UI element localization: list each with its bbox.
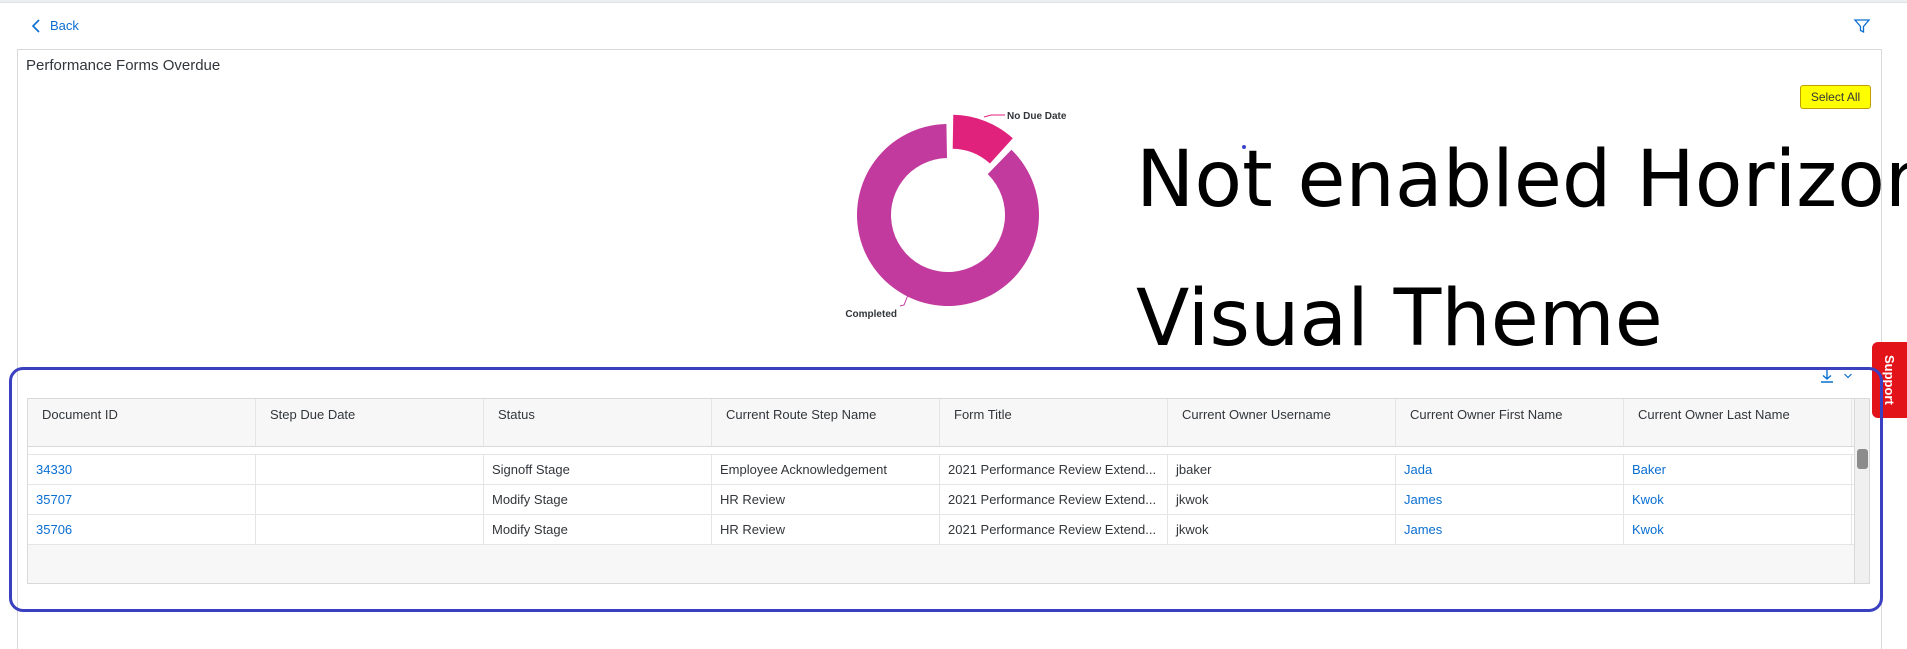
back-link[interactable]: Back (30, 18, 79, 33)
route-step-cell: Employee Acknowledgement (712, 455, 940, 484)
status-cell: Signoff Stage (484, 455, 712, 484)
column-header[interactable]: Document ID (28, 399, 256, 446)
form-title-cell: 2021 Performance Review Extend... (940, 455, 1168, 484)
username-cell: jkwok (1168, 515, 1396, 544)
back-label: Back (50, 18, 79, 33)
vertical-scrollbar[interactable] (1854, 399, 1869, 583)
column-header[interactable]: Form Title (940, 399, 1168, 446)
step-due-date-cell (256, 485, 484, 514)
support-label: Support (1882, 355, 1897, 405)
column-header[interactable]: Current Owner Last Name (1624, 399, 1852, 446)
card-title: Performance Forms Overdue (26, 57, 221, 74)
column-header[interactable]: Current Owner First Name (1396, 399, 1624, 446)
download-menu[interactable] (1819, 368, 1853, 384)
donut-slice-completed[interactable] (857, 124, 1039, 306)
donut-slice-no-due-date[interactable] (952, 114, 1013, 164)
slice-label-no-due-date: No Due Date (1007, 111, 1067, 122)
document-id-link[interactable]: 35707 (28, 485, 256, 514)
status-cell: Modify Stage (484, 515, 712, 544)
form-title-cell: 2021 Performance Review Extend... (940, 515, 1168, 544)
chevron-down-icon[interactable] (1843, 371, 1853, 381)
last-name-link[interactable]: Kwok (1624, 485, 1852, 514)
form-title-cell: 2021 Performance Review Extend... (940, 485, 1168, 514)
chevron-left-icon (31, 18, 40, 33)
overlay-text-line-1: Not enabled Horizon (1136, 135, 1907, 225)
donut-chart: No Due Date Completed (845, 111, 1067, 320)
data-table: Document ID Step Due Date Status Current… (27, 398, 1870, 584)
table-row[interactable]: 34330 Signoff Stage Employee Acknowledge… (28, 455, 1869, 485)
first-name-link[interactable]: James (1396, 515, 1624, 544)
column-header[interactable]: Current Owner Username (1168, 399, 1396, 446)
slice-label-completed: Completed (845, 309, 897, 320)
route-step-cell: HR Review (712, 485, 940, 514)
table-row[interactable]: 35706 Modify Stage HR Review 2021 Perfor… (28, 515, 1869, 545)
column-header[interactable]: Status (484, 399, 712, 446)
table-row[interactable]: 35707 Modify Stage HR Review 2021 Perfor… (28, 485, 1869, 515)
overlay-text-line-2: Visual Theme (1136, 274, 1663, 364)
download-icon[interactable] (1819, 368, 1835, 384)
column-header[interactable]: Step Due Date (256, 399, 484, 446)
column-header[interactable]: Current Route Step Name (712, 399, 940, 446)
document-id-link[interactable]: 35706 (28, 515, 256, 544)
row-spacer (28, 447, 1869, 455)
document-id-link[interactable]: 34330 (28, 455, 256, 484)
username-cell: jbaker (1168, 455, 1396, 484)
top-bar (0, 0, 1907, 3)
last-name-link[interactable]: Baker (1624, 455, 1852, 484)
route-step-cell: HR Review (712, 515, 940, 544)
first-name-link[interactable]: Jada (1396, 455, 1624, 484)
step-due-date-cell (256, 455, 484, 484)
filter-icon[interactable] (1853, 17, 1871, 35)
step-due-date-cell (256, 515, 484, 544)
select-all-button[interactable]: Select All (1800, 85, 1871, 109)
status-cell: Modify Stage (484, 485, 712, 514)
first-name-link[interactable]: James (1396, 485, 1624, 514)
scrollbar-thumb[interactable] (1857, 449, 1868, 469)
table-header: Document ID Step Due Date Status Current… (28, 399, 1869, 447)
last-name-link[interactable]: Kwok (1624, 515, 1852, 544)
username-cell: jkwok (1168, 485, 1396, 514)
